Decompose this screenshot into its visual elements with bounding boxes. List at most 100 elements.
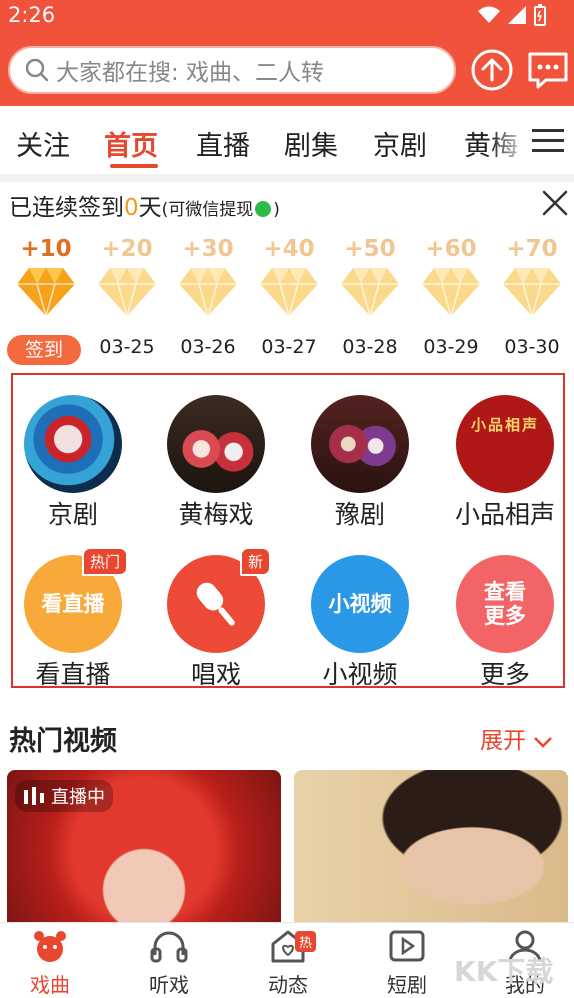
category-watch-live[interactable]: 看直播 热门 看直播	[8, 547, 138, 691]
expand-button[interactable]: 展开	[480, 721, 553, 755]
signal-icon	[508, 6, 526, 24]
nav-opera[interactable]: 戏曲	[5, 929, 95, 998]
wifi-icon	[478, 6, 500, 23]
reward-date: 03-25	[99, 336, 155, 358]
wechat-icon	[255, 200, 272, 217]
diamond-icon	[17, 268, 75, 319]
section-divider	[0, 174, 574, 182]
category-sketch-comedy[interactable]: 小品相声 小品相声	[440, 395, 570, 531]
tab-fade	[490, 106, 530, 174]
reward-date: 03-27	[261, 336, 317, 358]
nav-short-drama[interactable]: 短剧	[362, 929, 452, 998]
search-bar[interactable]: 大家都在搜: 戏曲、二人转	[8, 46, 456, 94]
reward-points: +10	[20, 236, 72, 262]
nav-feed[interactable]: 热 动态	[243, 929, 333, 998]
reward-date: 03-28	[342, 336, 398, 358]
active-tab-indicator	[110, 164, 158, 168]
hot-badge: 热	[295, 931, 317, 952]
reward-day: +40 03-27	[254, 236, 324, 358]
reward-date: 03-29	[423, 336, 479, 358]
yu-opera-thumbnail	[311, 395, 409, 493]
huangmei-opera-thumbnail	[167, 395, 265, 493]
reward-day: +50 03-28	[335, 236, 405, 358]
tab-series[interactable]: 剧集	[284, 124, 338, 163]
chevron-down-icon	[534, 736, 553, 748]
reward-day: +70 03-30	[497, 236, 567, 358]
checkin-note: (可微信提现	[161, 200, 254, 220]
reward-day: +20 03-25	[92, 236, 162, 358]
diamond-icon	[98, 268, 156, 319]
video-card-live[interactable]: 直播中	[7, 770, 281, 930]
hot-videos-title: 热门视频	[9, 726, 117, 757]
sketch-comedy-thumbnail: 小品相声	[456, 395, 554, 493]
battery-icon	[534, 4, 546, 26]
reward-day: +10	[11, 236, 81, 336]
category-label: 小视频	[322, 660, 398, 689]
reward-points: +70	[506, 236, 558, 262]
checkin-days: 0	[124, 195, 139, 221]
tab-follow[interactable]: 关注	[16, 124, 70, 163]
reward-date: 03-30	[504, 336, 560, 358]
live-tag-label: 直播中	[51, 787, 105, 808]
reward-date: 03-26	[180, 336, 236, 358]
nav-label: 动态	[268, 973, 308, 997]
diamond-icon	[422, 268, 480, 319]
top-header: 2:26 大家都在搜: 戏曲、二人转	[0, 0, 574, 106]
message-icon[interactable]	[526, 48, 570, 92]
category-huangmei-opera[interactable]: 黄梅戏	[151, 395, 281, 531]
category-label: 黄梅戏	[178, 500, 254, 529]
diamond-icon	[179, 268, 237, 319]
headphones-icon	[150, 931, 188, 963]
more-circle-text: 查看更多	[484, 580, 526, 628]
category-label: 更多	[479, 660, 530, 689]
reward-points: +50	[344, 236, 396, 262]
checkin-prefix: 已连续签到	[9, 195, 124, 221]
category-short-video[interactable]: 小视频 小视频	[295, 555, 425, 691]
diamond-icon	[341, 268, 399, 319]
more-icon: 查看更多	[456, 555, 554, 653]
reward-points: +30	[182, 236, 234, 262]
nav-label: 短剧	[387, 973, 427, 997]
watch-live-icon: 看直播 热门	[24, 547, 128, 653]
category-more[interactable]: 查看更多 更多	[440, 555, 570, 691]
peking-opera-thumbnail	[24, 395, 122, 493]
category-sing-opera[interactable]: 新 唱戏	[151, 547, 281, 691]
signin-button[interactable]: 签到	[7, 335, 81, 365]
reward-points: +20	[101, 236, 153, 262]
category-grid: 京剧 黄梅戏 豫剧 小品相声 小品相声 看直播 热门 看直播 新 唱戏 小视频 …	[8, 373, 565, 691]
sketch-comedy-circle-text: 小品相声	[470, 416, 539, 434]
reward-day: +30 03-26	[173, 236, 243, 358]
tab-live[interactable]: 直播	[196, 124, 250, 163]
short-video-icon: 小视频	[311, 555, 409, 653]
status-icons	[478, 4, 546, 26]
category-tabs: 关注 首页 直播 剧集 京剧 黄梅	[0, 106, 574, 174]
reward-day: +60 03-29	[416, 236, 486, 358]
checkin-note-close: )	[273, 200, 280, 220]
video-card-drama[interactable]	[294, 770, 568, 930]
checkin-title: 已连续签到0天(可微信提现)	[9, 188, 280, 222]
live-tag: 直播中	[15, 780, 113, 812]
nav-label: 戏曲	[30, 973, 70, 997]
category-label: 豫剧	[334, 500, 385, 529]
category-label: 京剧	[47, 500, 98, 529]
live-bars-icon	[24, 787, 44, 805]
search-placeholder: 大家都在搜: 戏曲、二人转	[56, 60, 325, 86]
diamond-icon	[503, 268, 561, 319]
checkin-unit: 天	[138, 195, 162, 221]
reward-points: +60	[425, 236, 477, 262]
upload-icon[interactable]	[470, 48, 514, 92]
nav-listen[interactable]: 听戏	[124, 929, 214, 998]
category-yu-opera[interactable]: 豫剧	[295, 395, 425, 531]
expand-label: 展开	[480, 728, 526, 754]
tab-home[interactable]: 首页	[104, 124, 158, 163]
play-icon	[389, 930, 425, 962]
status-time: 2:26	[8, 3, 56, 27]
microphone-icon: 新	[167, 547, 271, 653]
new-badge: 新	[239, 547, 271, 576]
category-peking-opera[interactable]: 京剧	[8, 395, 138, 531]
menu-icon[interactable]	[530, 126, 566, 156]
search-icon	[25, 58, 49, 82]
close-icon[interactable]	[540, 188, 570, 218]
hot-badge: 热门	[81, 547, 128, 576]
tab-peking-opera[interactable]: 京剧	[373, 124, 427, 163]
